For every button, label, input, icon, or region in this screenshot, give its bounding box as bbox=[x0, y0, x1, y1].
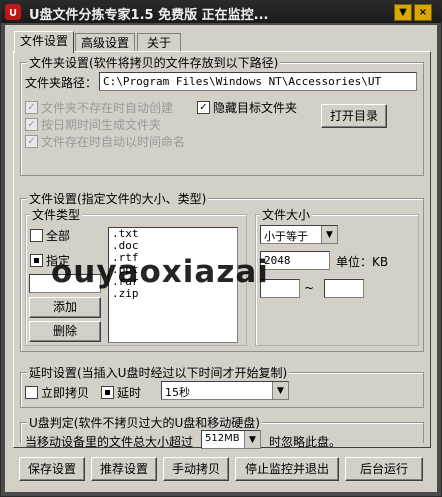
client-area: 文件设置 高级设置 关于 文件夹设置(软件将拷贝的文件存放到以下路径) 文件夹路… bbox=[5, 25, 437, 492]
radio-selected-icon bbox=[101, 386, 114, 399]
chevron-down-icon: ▼ bbox=[321, 226, 337, 243]
range-separator: ~ bbox=[304, 281, 315, 295]
run-in-background-button[interactable]: 后台运行 bbox=[345, 457, 423, 481]
delay-time-value: 15秒 bbox=[165, 386, 190, 399]
delay-settings-title: 延时设置(当插入U盘时经过以下时间才开始复制) bbox=[27, 364, 290, 381]
hide-target-folder-label: 隐藏目标文件夹 bbox=[213, 101, 298, 115]
auto-create-folder-checkbox[interactable]: ✓ 文件夹不存在时自动创建 bbox=[25, 99, 173, 116]
size-unit-label: 单位：KB bbox=[336, 255, 389, 269]
stop-and-exit-button[interactable]: 停止监控并退出 bbox=[235, 457, 339, 481]
udisk-settings-title: U盘判定(软件不拷贝过大的U盘和移动硬盘) bbox=[27, 414, 262, 431]
all-types-label: 全部 bbox=[46, 229, 71, 243]
folder-settings-group: 文件夹设置(软件将拷贝的文件存放到以下路径) 文件夹路径： C:\Program… bbox=[20, 54, 424, 176]
chevron-down-icon: ▼ bbox=[244, 431, 260, 448]
radio-selected-icon bbox=[30, 254, 43, 267]
checkbox-checked-icon: ✓ bbox=[25, 118, 38, 131]
udisk-settings-group: U盘判定(软件不拷贝过大的U盘和移动硬盘) 当移动设备里的文件总大小超过 512… bbox=[20, 414, 424, 449]
title-bar[interactable]: ∪ U盘文件分拣专家1.5 免费版 正在监控... ▼ × bbox=[1, 1, 441, 23]
save-settings-button[interactable]: 保存设置 bbox=[19, 457, 85, 481]
tab-panel: 文件夹设置(软件将拷贝的文件存放到以下路径) 文件夹路径： C:\Program… bbox=[13, 51, 431, 449]
delay-time-select[interactable]: 15秒 ▼ bbox=[161, 381, 289, 400]
radio-unselected-icon bbox=[30, 229, 43, 242]
checkbox-checked-icon: ✓ bbox=[25, 101, 38, 114]
menu-dropdown-button[interactable]: ▼ bbox=[394, 4, 412, 21]
watermark: ouyaoxiazai bbox=[51, 254, 269, 290]
file-type-title: 文件类型 bbox=[30, 206, 83, 223]
add-extension-button[interactable]: 添加 bbox=[29, 297, 101, 318]
radio-unselected-icon bbox=[25, 386, 38, 399]
size-range-end-input[interactable] bbox=[324, 279, 364, 298]
open-directory-button[interactable]: 打开目录 bbox=[321, 104, 387, 128]
folder-settings-title: 文件夹设置(软件将拷贝的文件存放到以下路径) bbox=[27, 54, 281, 71]
checkbox-checked-icon: ✓ bbox=[197, 101, 210, 114]
udisk-limit-suffix: 时忽略此盘。 bbox=[269, 435, 342, 449]
udisk-limit-select[interactable]: 512MB ▼ bbox=[201, 430, 261, 449]
chevron-down-icon: ▼ bbox=[272, 382, 288, 399]
size-comparison-select[interactable]: 小于等于 ▼ bbox=[260, 225, 338, 244]
manual-copy-button[interactable]: 手动拷贝 bbox=[163, 457, 229, 481]
tab-advanced-settings[interactable]: 高级设置 bbox=[75, 33, 135, 52]
tab-about[interactable]: 关于 bbox=[137, 33, 181, 52]
folder-path-input[interactable]: C:\Program Files\Windows NT\Accessories\… bbox=[99, 72, 417, 91]
delay-option[interactable]: 延时 bbox=[101, 384, 141, 401]
udisk-limit-prefix: 当移动设备里的文件总大小超过 bbox=[25, 435, 194, 449]
window-title: U盘文件分拣专家1.5 免费版 正在监控... bbox=[29, 8, 269, 23]
copy-immediately-label: 立即拷贝 bbox=[41, 386, 90, 400]
time-rename-label: 文件存在时自动以时间命名 bbox=[41, 135, 186, 149]
delay-settings-group: 延时设置(当插入U盘时经过以下时间才开始复制) 立即拷贝 延时 15秒 ▼ bbox=[20, 364, 424, 408]
time-rename-checkbox[interactable]: ✓ 文件存在时自动以时间命名 bbox=[25, 133, 185, 150]
recommended-settings-button[interactable]: 推荐设置 bbox=[91, 457, 157, 481]
size-comparison-value: 小于等于 bbox=[264, 230, 308, 243]
file-settings-title: 文件设置(指定文件的大小、类型) bbox=[27, 190, 209, 207]
app-window: ∪ U盘文件分拣专家1.5 免费版 正在监控... ▼ × 文件设置 高级设置 … bbox=[0, 0, 442, 497]
delete-extension-button[interactable]: 删除 bbox=[29, 321, 101, 342]
date-folder-checkbox[interactable]: ✓ 按日期时间生成文件夹 bbox=[25, 116, 161, 133]
tab-file-settings[interactable]: 文件设置 bbox=[14, 31, 74, 53]
delay-label: 延时 bbox=[117, 386, 142, 400]
all-types-option[interactable]: 全部 bbox=[30, 227, 70, 244]
magnet-icon: ∪ bbox=[5, 4, 21, 20]
checkbox-checked-icon: ✓ bbox=[25, 135, 38, 148]
size-value-input[interactable]: 2048 bbox=[260, 251, 330, 270]
date-folder-label: 按日期时间生成文件夹 bbox=[41, 118, 162, 132]
copy-immediately-option[interactable]: 立即拷贝 bbox=[25, 384, 89, 401]
close-button[interactable]: × bbox=[414, 4, 432, 21]
udisk-limit-value: 512MB bbox=[205, 433, 240, 444]
folder-path-label: 文件夹路径： bbox=[25, 76, 98, 90]
hide-target-folder-checkbox[interactable]: ✓ 隐藏目标文件夹 bbox=[197, 99, 297, 116]
auto-create-folder-label: 文件夹不存在时自动创建 bbox=[41, 101, 174, 115]
file-size-title: 文件大小 bbox=[260, 206, 313, 223]
file-size-group: 文件大小 小于等于 ▼ 2048 单位：KB ~ bbox=[255, 206, 419, 346]
